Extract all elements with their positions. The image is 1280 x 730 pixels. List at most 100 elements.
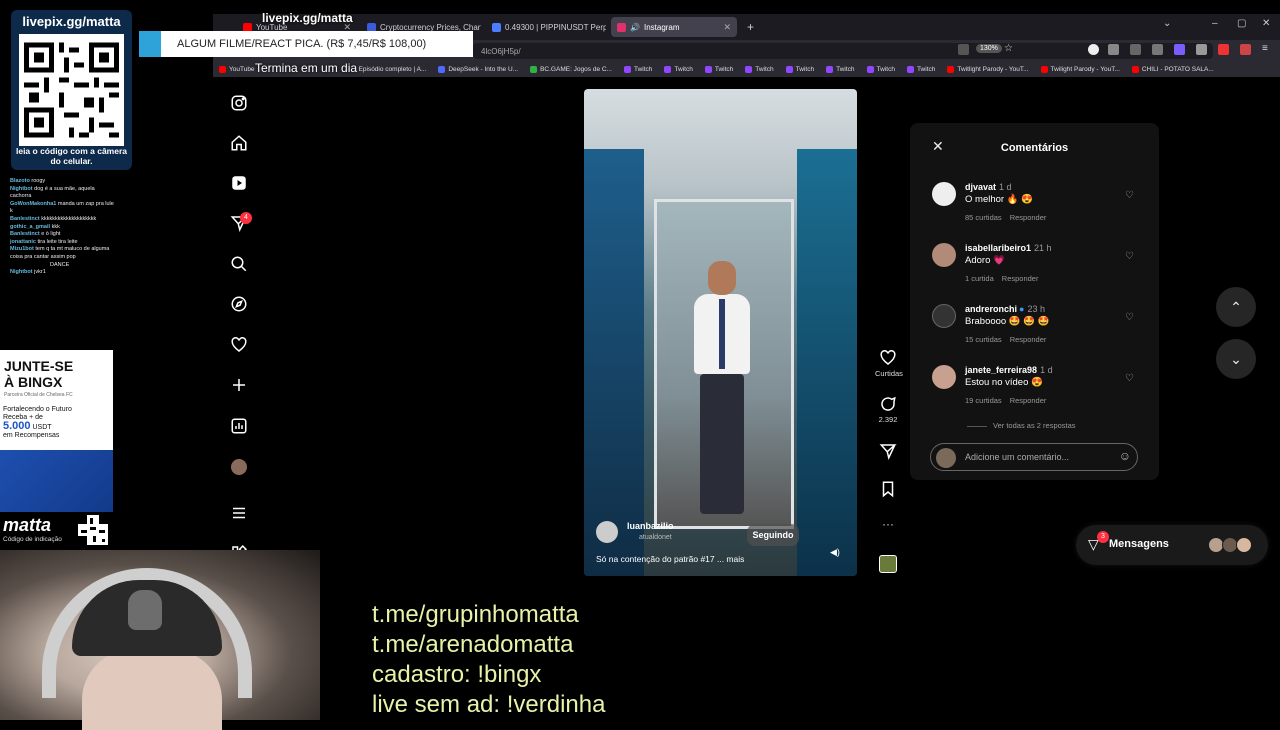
commenter-avatar[interactable] xyxy=(932,243,956,267)
comment-like-icon[interactable]: ♡ xyxy=(1125,251,1134,262)
commenter-avatar[interactable] xyxy=(932,182,956,206)
bookmark-item[interactable]: Twitch xyxy=(623,66,652,73)
bookmark-item[interactable]: Twitch xyxy=(826,66,855,73)
info-line: live sem ad: !verdinha xyxy=(372,691,606,718)
extension-icon[interactable] xyxy=(1218,44,1229,55)
volume-icon[interactable]: ◀) xyxy=(830,547,840,558)
chat-message: Mizu1bot tem q ta mt maluco de alguma co… xyxy=(10,246,110,260)
reel-video[interactable]: luanbazilio atualdonet Seguindo Só na co… xyxy=(584,89,857,576)
emoji-icon[interactable]: ☺ xyxy=(1119,449,1131,463)
comment-placeholder: Adicione um comentário... xyxy=(965,452,1070,462)
tab-list-icon[interactable]: ⌄ xyxy=(1163,18,1171,29)
extension-icon[interactable] xyxy=(1240,44,1251,55)
profile-avatar[interactable] xyxy=(229,457,249,477)
youtube-icon xyxy=(1131,66,1139,73)
bookmark-item[interactable]: Twitch xyxy=(704,66,733,73)
reel-username[interactable]: luanbazilio xyxy=(627,521,674,531)
following-button[interactable]: Seguindo xyxy=(747,524,799,546)
shield-icon[interactable] xyxy=(1130,44,1141,55)
close-tab-icon[interactable]: ✕ xyxy=(723,22,731,33)
close-window-icon[interactable]: ✕ xyxy=(1262,18,1270,29)
instagram-logo-icon[interactable] xyxy=(229,93,249,113)
bookmark-item[interactable]: Twitch xyxy=(866,66,895,73)
search-icon[interactable] xyxy=(229,254,249,274)
comment-likes[interactable]: 85 curtidas xyxy=(965,213,1002,222)
share-button[interactable] xyxy=(875,442,901,462)
comment-likes[interactable]: 1 curtida xyxy=(965,274,994,283)
speaker-icon[interactable] xyxy=(1152,44,1163,55)
bookmark-item[interactable]: Twitlight Parody - YouT... xyxy=(947,66,1029,73)
zoom-level[interactable]: 130% xyxy=(976,44,1002,53)
next-reel-button[interactable]: ⌄ xyxy=(1216,339,1256,379)
referral-block: matta Código de indicação xyxy=(0,512,113,550)
messages-button[interactable]: ▽ 3 Mensagens xyxy=(1076,525,1268,565)
dashboard-icon[interactable] xyxy=(229,416,249,436)
bookmarks-bar: YouTube Episódio completo | A... DeepSee… xyxy=(213,62,1280,77)
explore-icon[interactable] xyxy=(229,294,249,314)
view-replies-link[interactable]: Ver todas as 2 respostas xyxy=(967,421,1076,430)
chat-message: Banlestinct kkkkkkkkkkkkkkkkkkkk xyxy=(10,215,97,222)
save-button[interactable] xyxy=(875,480,901,500)
comment-user[interactable]: andreronchi ● 23 h xyxy=(965,304,1045,314)
reels-icon[interactable] xyxy=(229,173,249,193)
bookmark-star-icon[interactable]: ☆ xyxy=(1004,43,1013,54)
info-line: cadastro: !bingx xyxy=(372,661,542,688)
reel-audio[interactable]: atualdonet xyxy=(639,534,672,541)
comment-like-icon[interactable]: ♡ xyxy=(1125,190,1134,201)
reply-button[interactable]: Responder xyxy=(1010,213,1047,222)
extension-icon[interactable] xyxy=(1196,44,1207,55)
stream-chat: Blazoto roogy Nightbot dog é a sua mãe, … xyxy=(10,178,116,277)
reply-button[interactable]: Responder xyxy=(1010,335,1047,344)
reply-button[interactable]: Responder xyxy=(1002,274,1039,283)
bookmark-item[interactable]: BC.GAME: Jogos de C... xyxy=(530,66,612,73)
reel-caption[interactable]: Só na contenção do patrão #17 ... mais xyxy=(596,554,744,564)
bookmark-item[interactable]: Twitch xyxy=(745,66,774,73)
comment-user[interactable]: isabellaribeiro1 21 h xyxy=(965,243,1052,253)
more-options-icon[interactable]: ··· xyxy=(875,517,901,531)
bookmark-item[interactable]: Twitch xyxy=(664,66,693,73)
previous-reel-button[interactable]: ⌃ xyxy=(1216,287,1256,327)
audio-thumbnail[interactable] xyxy=(875,555,901,573)
like-button[interactable]: Curtidas xyxy=(875,349,903,378)
add-comment-field[interactable]: Adicione um comentário... ☺ xyxy=(930,443,1138,471)
comment-user[interactable]: djvavat 1 d xyxy=(965,182,1012,192)
commenter-avatar[interactable] xyxy=(932,304,956,328)
home-icon[interactable] xyxy=(229,133,249,153)
comment-like-icon[interactable]: ♡ xyxy=(1125,373,1134,384)
comment-likes[interactable]: 19 curtidas xyxy=(965,396,1002,405)
create-icon[interactable] xyxy=(229,375,249,395)
more-menu-icon[interactable] xyxy=(229,503,249,523)
chat-message: Blazoto roogy xyxy=(10,178,46,184)
comment-user[interactable]: janete_ferreira98 1 d xyxy=(965,365,1053,375)
notification-badge: 4 xyxy=(240,212,252,224)
bookmark-item[interactable]: YouTube xyxy=(219,66,255,73)
heart-icon[interactable] xyxy=(229,335,249,355)
bookmark-item[interactable]: CHILI - POTATO SALA... xyxy=(1131,66,1214,73)
bookmark-item[interactable]: Twilight Parody - YouT... xyxy=(1040,66,1120,73)
extension-icon[interactable] xyxy=(1088,44,1099,55)
livepix-site: livepix.gg/matta xyxy=(22,14,121,29)
bookmark-item[interactable]: Episódio completo | A... xyxy=(359,66,427,73)
comment-button[interactable]: 2.392 xyxy=(875,395,901,424)
minimize-icon[interactable]: – xyxy=(1212,18,1218,29)
bookmark-item[interactable]: DeepSeek - Into the U... xyxy=(438,66,518,73)
extension-icon[interactable] xyxy=(1174,44,1185,55)
tab-perpetual[interactable]: 0.49300 | PIPPINUSDT Perpétuo... ✕ xyxy=(486,17,606,37)
maximize-icon[interactable]: ▢ xyxy=(1237,18,1246,29)
comment-likes[interactable]: 15 curtidas xyxy=(965,335,1002,344)
extension-icon[interactable] xyxy=(1108,44,1119,55)
referral-label: Código de indicação xyxy=(3,536,62,543)
bookmark-icon xyxy=(882,481,894,498)
reel-author-avatar[interactable] xyxy=(596,521,618,543)
tab-instagram[interactable]: 🔊 Instagram ✕ xyxy=(611,17,737,37)
bookmark-item[interactable]: Twitch xyxy=(785,66,814,73)
url-field[interactable]: 4lcO6jH5p/ xyxy=(473,43,1213,59)
stream-info-lines: t.me/grupinhomatta t.me/arenadomatta cad… xyxy=(372,600,605,720)
reader-view-icon[interactable] xyxy=(958,44,969,55)
menu-icon[interactable]: ≡ xyxy=(1262,43,1268,54)
commenter-avatar[interactable] xyxy=(932,365,956,389)
new-tab-button[interactable]: + xyxy=(741,17,760,37)
bookmark-item[interactable]: Twitch xyxy=(906,66,935,73)
comment-like-icon[interactable]: ♡ xyxy=(1125,312,1134,323)
reply-button[interactable]: Responder xyxy=(1010,396,1047,405)
